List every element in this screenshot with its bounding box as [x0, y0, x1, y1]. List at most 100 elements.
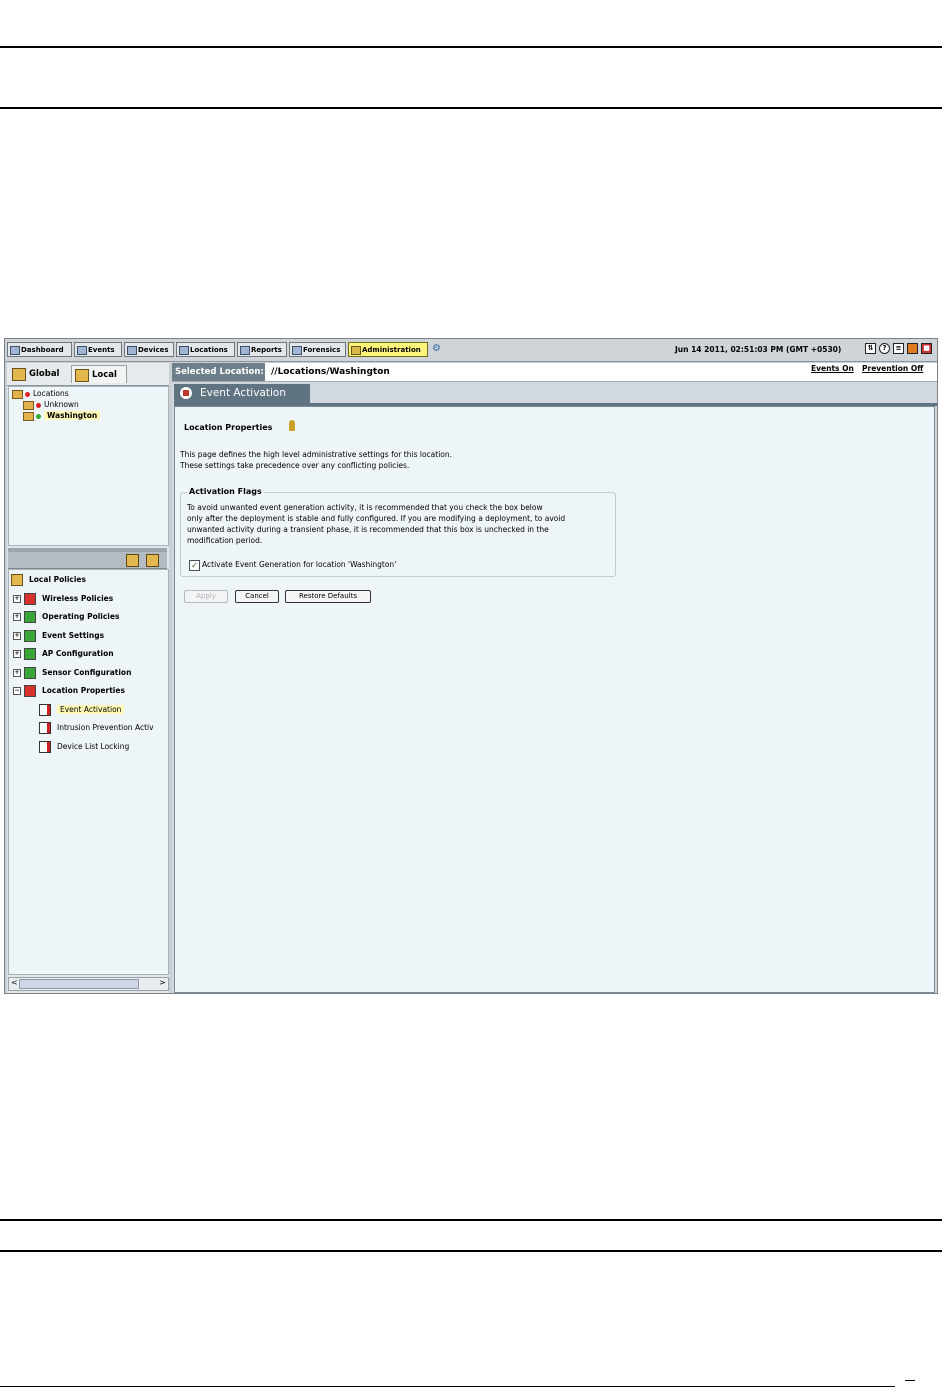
key-icon [289, 420, 295, 431]
policy-operating-policies[interactable]: + Operating Policies [13, 611, 119, 623]
reports-label: Reports [251, 346, 282, 354]
policy-green-icon [24, 648, 36, 660]
locations-label: Locations [190, 346, 228, 354]
locations-button[interactable]: Locations [176, 342, 235, 357]
administration-button[interactable]: Administration [348, 342, 428, 357]
events-on-link[interactable]: Events On [811, 364, 854, 373]
policies-folder-icon [11, 574, 23, 586]
tree-node-unknown[interactable]: Unknown [23, 400, 79, 410]
page-number-mark [905, 1380, 915, 1387]
page-header-rule-bottom [0, 107, 942, 109]
status-green-icon [36, 413, 41, 419]
document-icon [39, 722, 51, 734]
main-toolbar: Dashboard Events Devices Locations Repor… [5, 339, 937, 362]
exit-icon[interactable]: ■ [921, 343, 932, 354]
page-tab-label: Event Activation [200, 387, 286, 399]
policy-green-icon [24, 611, 36, 623]
activate-event-generation-label: Activate Event Generation for location '… [202, 560, 397, 569]
policy-item-label: Device List Locking [57, 742, 130, 751]
network-icon[interactable]: ⚙ [432, 343, 441, 354]
tree-node-locations[interactable]: Locations [12, 389, 69, 399]
tab-global-label: Global [29, 369, 60, 379]
devices-label: Devices [138, 346, 169, 354]
policy-red-icon [24, 685, 36, 697]
horizontal-scrollbar[interactable]: < > [8, 977, 169, 991]
activation-flags-text-2: only after the deployment is stable and … [187, 514, 566, 523]
dashboard-icon [10, 346, 20, 355]
policy-item-intrusion-prevention[interactable]: Intrusion Prevention Activ [39, 722, 154, 734]
policy-item-label: Intrusion Prevention Activ [57, 723, 154, 732]
cancel-button[interactable]: Cancel [235, 590, 279, 603]
document-icon [39, 741, 51, 753]
policy-event-settings[interactable]: + Event Settings [13, 630, 104, 642]
tree-node-washington[interactable]: Washington [23, 411, 101, 421]
shield-icon[interactable] [907, 343, 918, 354]
expand-icon[interactable]: + [13, 632, 21, 640]
policy-label: Location Properties [42, 686, 125, 695]
dashboard-button[interactable]: Dashboard [7, 342, 72, 357]
activation-flags-legend: Activation Flags [187, 487, 264, 496]
activate-event-generation-checkbox[interactable]: ✓ [189, 560, 200, 571]
selected-location-path: //Locations/Washington [271, 367, 390, 377]
policy-sensor-configuration[interactable]: + Sensor Configuration [13, 667, 131, 679]
expand-all-icon[interactable] [146, 554, 159, 567]
sync-icon[interactable]: ⇅ [865, 343, 876, 354]
policy-wireless-policies[interactable]: + Wireless Policies [13, 593, 113, 605]
policy-green-icon [24, 630, 36, 642]
policy-item-device-list-locking[interactable]: Device List Locking [39, 741, 129, 753]
expand-icon[interactable]: + [13, 669, 21, 677]
policy-item-event-activation[interactable]: Event Activation [39, 704, 125, 716]
forensics-icon [292, 346, 302, 355]
tab-global[interactable]: Global [9, 365, 69, 383]
collapse-icon[interactable]: − [13, 687, 21, 695]
home-icon [180, 387, 192, 399]
policy-label: Operating Policies [42, 612, 120, 621]
description-line-2: These settings take precedence over any … [180, 461, 410, 470]
restore-defaults-button[interactable]: Restore Defaults [285, 590, 371, 603]
tree-node-label: Locations [33, 389, 69, 398]
dashboard-label: Dashboard [21, 346, 64, 354]
tab-local-label: Local [92, 370, 117, 380]
tree-node-label: Washington [44, 411, 101, 420]
list-icon[interactable]: ≡ [893, 343, 904, 354]
scroll-thumb[interactable] [19, 979, 139, 989]
devices-icon [127, 346, 137, 355]
page-bottom-rule [0, 1386, 895, 1387]
main-content-panel: Selected Location: //Locations/Washingto… [172, 363, 937, 993]
policy-location-properties[interactable]: − Location Properties [13, 685, 125, 697]
apply-button[interactable]: Apply [184, 590, 228, 603]
forensics-label: Forensics [303, 346, 341, 354]
page-title: Location Properties [184, 423, 273, 432]
forensics-button[interactable]: Forensics [289, 342, 346, 357]
status-red-icon [36, 402, 41, 408]
content-area: Location Properties This page defines th… [174, 406, 935, 993]
local-folder-icon [75, 369, 89, 382]
help-icon[interactable]: ? [879, 343, 890, 354]
activation-flags-text-3: unwanted activity during a transient pha… [187, 525, 549, 534]
policy-label: Sensor Configuration [42, 668, 132, 677]
folder-icon [12, 389, 23, 399]
current-datetime: Jun 14 2011, 02:51:03 PM (GMT +0530) [675, 345, 842, 354]
events-button[interactable]: Events [74, 342, 122, 357]
policy-label: AP Configuration [42, 649, 114, 658]
tab-local[interactable]: Local [71, 365, 127, 383]
policy-label: Wireless Policies [42, 594, 114, 603]
devices-button[interactable]: Devices [124, 342, 174, 357]
policy-red-icon [24, 593, 36, 605]
collapse-all-icon[interactable] [126, 554, 139, 567]
policy-label: Event Settings [42, 631, 105, 640]
expand-icon[interactable]: + [13, 595, 21, 603]
reports-button[interactable]: Reports [237, 342, 287, 357]
policy-ap-configuration[interactable]: + AP Configuration [13, 648, 114, 660]
page-header-rule-top [0, 46, 942, 48]
local-policies-label: Local Policies [29, 575, 86, 584]
prevention-off-link[interactable]: Prevention Off [862, 364, 923, 373]
scroll-right-icon[interactable]: > [159, 978, 166, 988]
expand-icon[interactable]: + [13, 613, 21, 621]
local-policies-root[interactable]: Local Policies [11, 574, 86, 586]
tab-event-activation[interactable]: Event Activation [174, 384, 310, 403]
description-line-1: This page defines the high level adminis… [180, 450, 453, 459]
activation-flags-group: Activation Flags To avoid unwanted event… [180, 487, 616, 577]
expand-icon[interactable]: + [13, 650, 21, 658]
scroll-left-icon[interactable]: < [11, 978, 18, 988]
